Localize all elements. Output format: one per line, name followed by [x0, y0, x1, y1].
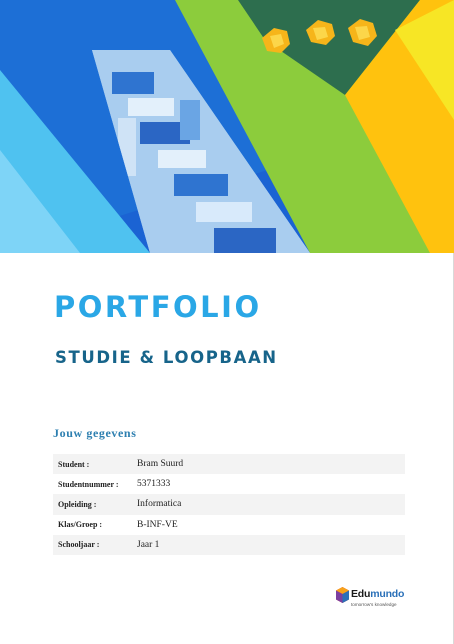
document-subtitle: STUDIE & LOOPBAAN — [55, 348, 278, 367]
cover-banner-shapes — [0, 0, 454, 253]
edumundo-logo-icon — [336, 587, 349, 603]
edumundo-logo: Edumundo tomorrow's knowledge — [336, 585, 404, 613]
field-value: Informatica — [137, 494, 405, 515]
field-value: B-INF-VE — [137, 519, 178, 530]
document-page: PORTFOLIO STUDIE & LOOPBAAN Jouw gegeven… — [0, 0, 454, 644]
wordmark-part-edu: Edu — [351, 588, 371, 600]
table-row: Studentnummer : 5371333 — [53, 474, 405, 494]
student-details-table: Student : Bram Suurd Studentnummer : 537… — [53, 454, 405, 555]
edumundo-tagline: tomorrow's knowledge — [351, 602, 397, 607]
field-value: 5371333 — [137, 479, 171, 490]
table-row: Klas/Groep : B-INF-VE — [53, 515, 405, 535]
table-row: Student : Bram Suurd — [53, 454, 405, 475]
field-label: Schooljaar : — [53, 534, 137, 555]
details-heading: Jouw gegevens — [53, 426, 137, 440]
cover-graphic — [0, 0, 454, 253]
table-row: Schooljaar : Jaar 1 — [53, 534, 405, 555]
field-value: Jaar 1 — [137, 534, 405, 555]
field-label: Student : — [53, 454, 137, 475]
field-label: Studentnummer : — [58, 479, 119, 489]
field-label: Opleiding : — [53, 494, 137, 515]
table-row: Opleiding : Informatica — [53, 494, 405, 515]
wordmark-part-mundo: mundo — [370, 588, 405, 600]
field-value: Bram Suurd — [137, 454, 405, 475]
edumundo-wordmark: Edumundo — [351, 588, 404, 600]
field-label: Klas/Groep : — [58, 520, 103, 530]
document-title: PORTFOLIO — [54, 290, 262, 324]
